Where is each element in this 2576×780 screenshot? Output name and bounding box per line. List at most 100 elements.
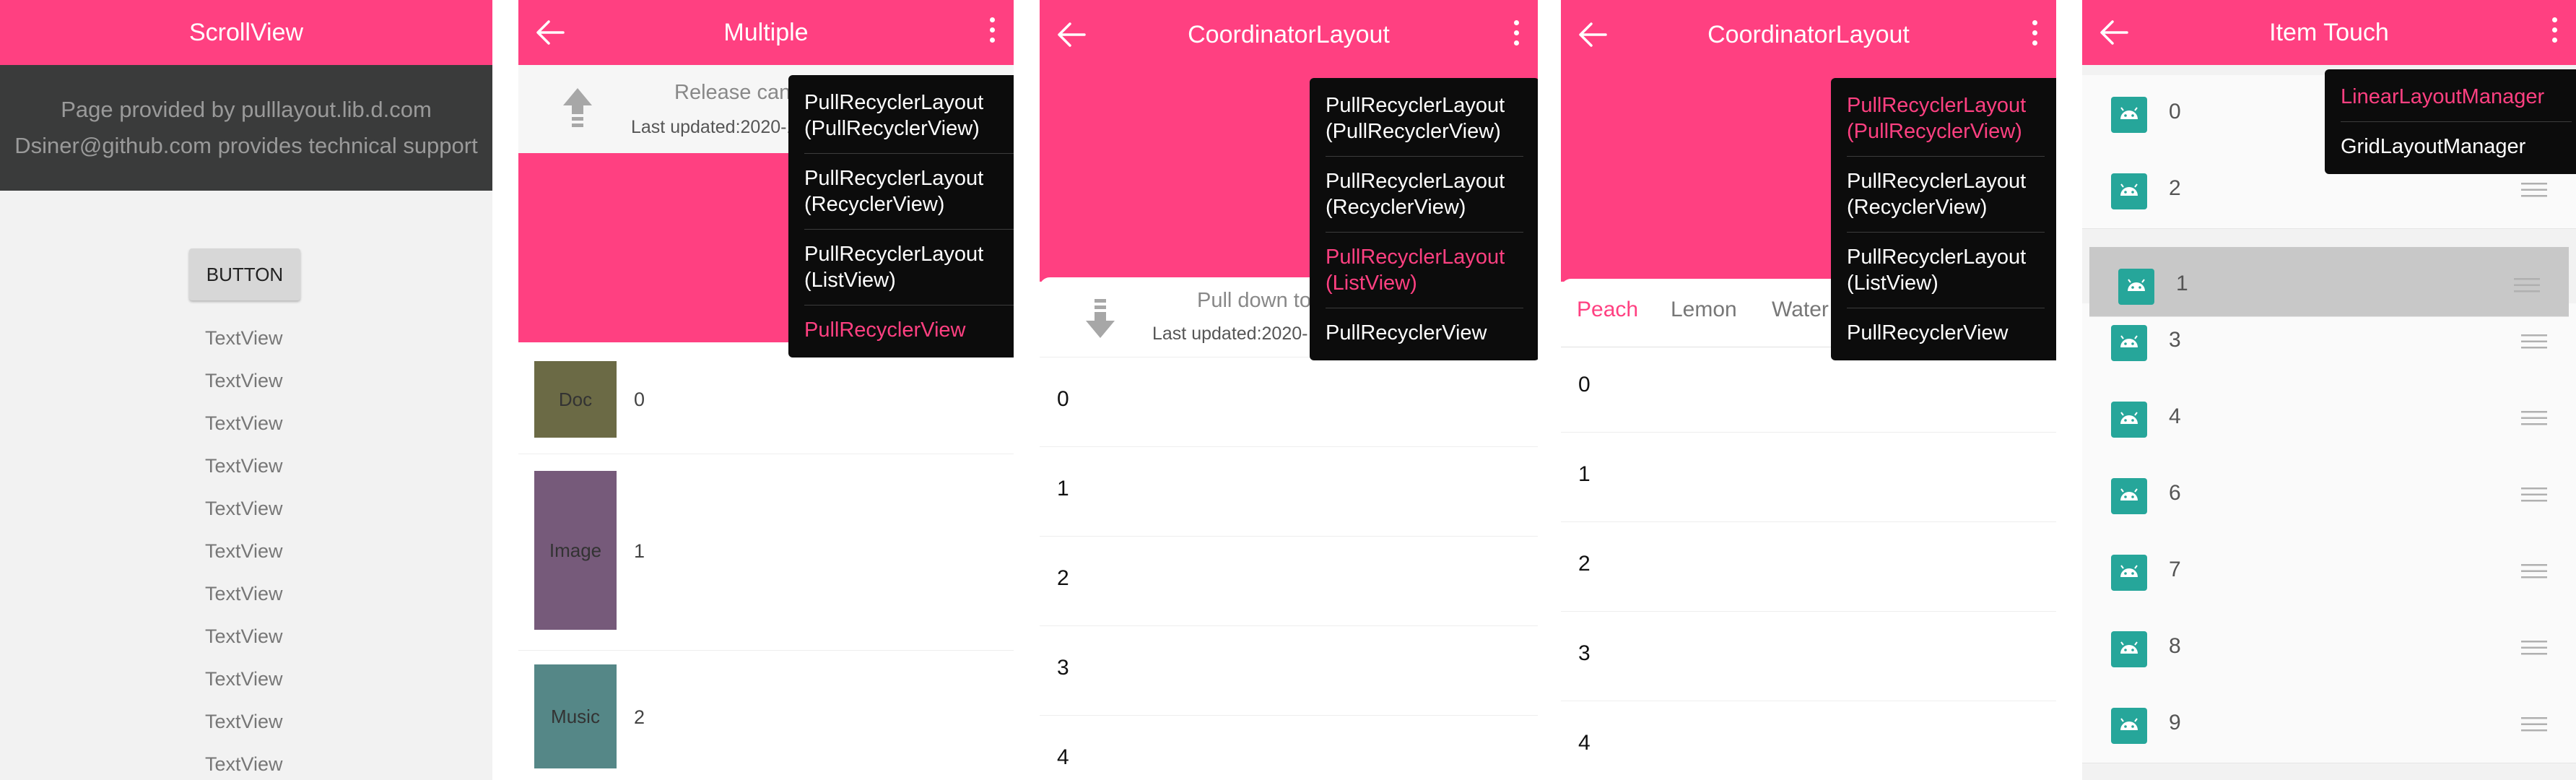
android-icon: [2111, 173, 2147, 209]
list-item[interactable]: 3: [1561, 611, 2056, 701]
screen-title: Item Touch: [2269, 18, 2389, 46]
item-label: 0: [2169, 100, 2181, 124]
item-label: 4: [2169, 404, 2181, 428]
screen-title: ScrollView: [188, 18, 304, 46]
item-number: 2: [634, 706, 645, 728]
more-vert-icon[interactable]: [988, 17, 996, 48]
overflow-menu: PullRecyclerLayout (PullRecyclerView) Pul…: [788, 75, 1014, 358]
list-item[interactable]: 4: [2082, 380, 2576, 457]
item-label: 1: [2176, 272, 2188, 295]
screen-title: CoordinatorLayout: [1188, 20, 1390, 48]
list-item[interactable]: 1: [1040, 446, 1538, 537]
back-arrow-icon[interactable]: [1057, 22, 1086, 48]
tab-water[interactable]: Water: [1772, 298, 1829, 322]
text-view: TextView: [205, 327, 283, 349]
more-vert-icon[interactable]: [2550, 17, 2559, 48]
back-arrow-icon[interactable]: [2099, 20, 2128, 46]
menu-item[interactable]: PullRecyclerLayout (PullRecyclerView): [1326, 81, 1523, 157]
drag-handle-icon[interactable]: [2521, 334, 2547, 350]
drag-handle-icon[interactable]: [2521, 640, 2547, 656]
list-item[interactable]: 8: [2082, 610, 2576, 687]
list-item[interactable]: 9: [2082, 686, 2576, 763]
item-thumb: Image: [534, 471, 617, 630]
menu-item[interactable]: PullRecyclerLayout (ListView): [1326, 233, 1523, 308]
text-view: TextView: [205, 583, 283, 604]
item-label: 2: [1578, 552, 1591, 576]
info-header: Page provided by pulllayout.lib.d.com Ds…: [0, 65, 492, 191]
android-icon: [2111, 478, 2147, 514]
back-arrow-icon[interactable]: [1578, 22, 1607, 48]
app-bar: Multiple: [518, 0, 1014, 65]
menu-item[interactable]: PullRecyclerLayout (RecyclerView): [1847, 157, 2045, 233]
android-icon: [2111, 402, 2147, 438]
item-label: 3: [2169, 328, 2181, 352]
item-label: 0: [1578, 373, 1591, 396]
item-label: 0: [1057, 387, 1069, 411]
item-number: 1: [634, 540, 645, 562]
item-label: 4: [1578, 731, 1591, 755]
menu-item[interactable]: PullRecyclerLayout (PullRecyclerView): [804, 78, 1014, 154]
android-icon: [2111, 631, 2147, 667]
list-item[interactable]: 6: [2082, 456, 2576, 534]
list-item[interactable]: 4: [1040, 715, 1538, 780]
item-label: 9: [2169, 711, 2181, 734]
list-item[interactable]: 1: [1561, 432, 2056, 522]
android-icon: [2111, 555, 2147, 591]
menu-item[interactable]: PullRecyclerLayout (RecyclerView): [1326, 157, 1523, 233]
text-view: TextView: [205, 711, 283, 732]
item-label: 4: [1057, 745, 1069, 769]
menu-item[interactable]: PullRecyclerLayout (ListView): [804, 230, 1014, 306]
drag-handle-icon[interactable]: [2514, 277, 2540, 293]
overflow-menu: LinearLayoutManager GridLayoutManager: [2325, 69, 2576, 174]
list-item[interactable]: 0: [1040, 357, 1538, 447]
back-arrow-icon[interactable]: [536, 20, 565, 46]
header-line: Page provided by pulllayout.lib.d.com: [61, 97, 432, 122]
list-item[interactable]: Music 2: [518, 650, 1014, 780]
list-item[interactable]: Image 1: [518, 454, 1014, 651]
text-view: TextView: [205, 498, 283, 519]
item-thumb: Music: [534, 664, 617, 768]
coordinator-screen: CoordinatorLayout Pull down to Last upda…: [1040, 0, 1538, 780]
item-label: 2: [2169, 176, 2181, 200]
menu-item[interactable]: PullRecyclerLayout (ListView): [1847, 233, 2045, 308]
list-item[interactable]: 2: [1561, 521, 2056, 612]
list-item-dragging[interactable]: 1: [2089, 247, 2569, 317]
demo-button[interactable]: BUTTON: [189, 248, 300, 300]
text-view: TextView: [205, 753, 283, 775]
multiple-screen: Multiple Release can Last updated:2020-1…: [518, 0, 1014, 780]
list-item[interactable]: Doc 0: [518, 344, 1014, 454]
arrow-up-icon: [563, 88, 592, 127]
menu-item[interactable]: GridLayoutManager: [2341, 122, 2572, 171]
item-label: 2: [1057, 566, 1069, 590]
tab-peach[interactable]: Peach: [1577, 298, 1638, 322]
menu-item[interactable]: PullRecyclerView: [1326, 308, 1523, 358]
menu-item[interactable]: LinearLayoutManager: [2341, 72, 2572, 122]
text-view: TextView: [205, 412, 283, 434]
app-bar: Item Touch: [2082, 0, 2576, 65]
more-vert-icon[interactable]: [1512, 20, 1520, 51]
menu-item[interactable]: PullRecyclerLayout (PullRecyclerView): [1847, 81, 2045, 157]
app-bar: ScrollView: [0, 0, 492, 65]
drag-handle-icon[interactable]: [2521, 410, 2547, 426]
drag-handle-icon[interactable]: [2521, 716, 2547, 732]
drag-handle-icon[interactable]: [2521, 182, 2547, 198]
item-number: 0: [634, 389, 645, 410]
menu-item[interactable]: PullRecyclerView: [804, 306, 1014, 355]
more-vert-icon[interactable]: [2030, 20, 2039, 51]
menu-item[interactable]: PullRecyclerLayout (RecyclerView): [804, 154, 1014, 230]
list-item[interactable]: 2: [1040, 536, 1538, 626]
app-bar: CoordinatorLayout: [1561, 0, 2056, 69]
item-label: 3: [1578, 641, 1591, 665]
screen-title: CoordinatorLayout: [1707, 20, 1910, 48]
android-icon: [2118, 269, 2154, 305]
menu-item[interactable]: PullRecyclerView: [1847, 308, 2045, 358]
overflow-menu: PullRecyclerLayout (PullRecyclerView) Pul…: [1831, 78, 2056, 360]
list-item[interactable]: 7: [2082, 533, 2576, 610]
list-item[interactable]: 3: [1040, 625, 1538, 716]
list-item[interactable]: 4: [1561, 701, 2056, 780]
tab-lemon[interactable]: Lemon: [1671, 298, 1737, 322]
drag-handle-icon[interactable]: [2521, 563, 2547, 579]
drag-handle-icon[interactable]: [2521, 487, 2547, 503]
refresh-status: Release can: [674, 81, 791, 104]
overflow-menu: PullRecyclerLayout (PullRecyclerView) Pul…: [1310, 78, 1538, 360]
